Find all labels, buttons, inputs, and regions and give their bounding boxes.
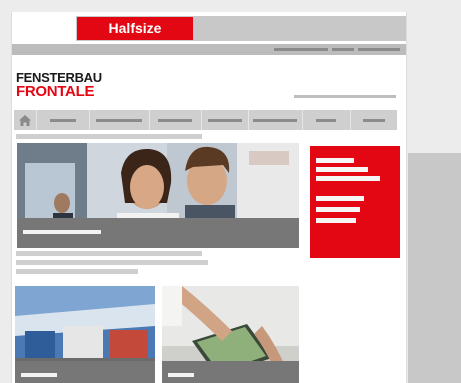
teaser-caption[interactable] [162,361,299,383]
utility-link[interactable] [332,48,354,51]
teaser-tablet[interactable] [162,286,299,383]
red-teaser-box[interactable] [310,146,400,258]
utility-link[interactable] [274,48,328,51]
teaser-text-line [16,260,208,265]
nav-item[interactable] [303,110,351,130]
nav-home[interactable] [14,110,37,130]
teaser-exhibition-hall[interactable] [15,286,155,383]
nav-item[interactable] [351,110,397,130]
home-icon [18,114,31,126]
nav-item[interactable] [249,110,303,130]
hero-image[interactable] [17,143,299,248]
page-frame: Halfsize FENSTERBAU FRONTALE [11,12,407,383]
nav-item[interactable] [37,110,90,130]
header-search-line[interactable] [294,95,396,98]
halfsize-tab[interactable]: Halfsize [77,17,193,40]
teaser-caption[interactable] [15,361,155,383]
top-bar-tab-blank [12,16,76,41]
teaser-text-line [16,269,138,274]
teaser-text-line [16,251,202,256]
nav-item[interactable] [202,110,250,130]
main-navigation [14,110,397,130]
logo-line-2[interactable]: FRONTALE [16,83,94,100]
utility-bar [12,44,406,55]
hero-caption[interactable] [17,218,299,248]
nav-item[interactable] [90,110,150,130]
side-ad-banner[interactable] [408,153,461,383]
top-bar: Halfsize [12,16,406,41]
utility-link[interactable] [358,48,400,51]
nav-item[interactable] [150,110,203,130]
breadcrumb [16,134,202,139]
